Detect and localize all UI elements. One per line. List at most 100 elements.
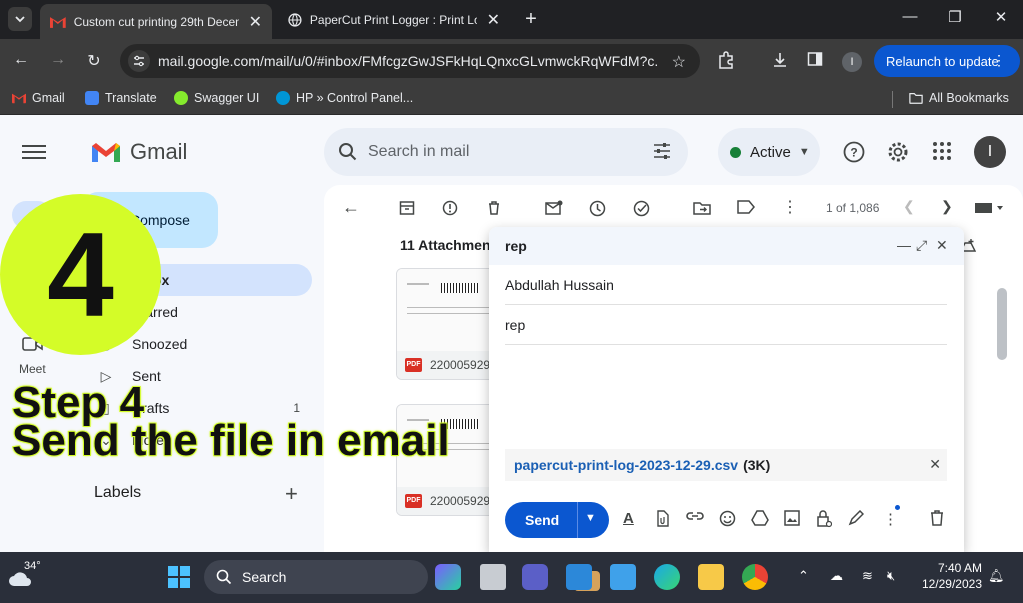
bookmark-star-icon[interactable]: ☆ bbox=[672, 52, 686, 72]
tab-title: PaperCut Print Logger : Print Lo bbox=[309, 12, 477, 27]
address-bar[interactable]: mail.google.com/mail/u/0/#inbox/FMfcgzGw… bbox=[120, 44, 700, 78]
bookmark-swagger[interactable]: Swagger UI bbox=[174, 91, 259, 105]
back-arrow-icon[interactable]: ← bbox=[10, 51, 32, 69]
tab-title: Custom cut printing 29th Decem bbox=[73, 14, 239, 29]
add-task-icon[interactable] bbox=[633, 200, 651, 217]
teams-chat-icon[interactable] bbox=[522, 564, 548, 590]
more-vert-icon[interactable]: ⋮ bbox=[992, 52, 1006, 69]
onedrive-cloud-icon[interactable]: ☁ bbox=[830, 568, 843, 584]
minimize-icon[interactable]: — bbox=[895, 8, 925, 25]
tab-search-button[interactable] bbox=[8, 7, 32, 31]
task-view-icon[interactable] bbox=[480, 564, 506, 590]
main-menu-icon[interactable] bbox=[22, 141, 46, 161]
taskbar-search[interactable]: Search bbox=[204, 560, 600, 594]
status-dropdown[interactable]: Active ▼ bbox=[718, 128, 820, 176]
more-vert-icon[interactable]: ⋮ bbox=[782, 197, 798, 217]
move-to-folder-icon[interactable] bbox=[693, 200, 711, 216]
attachment-filename[interactable]: papercut-print-log-2023-12-29.csv bbox=[514, 457, 738, 473]
file-explorer-icon[interactable] bbox=[698, 564, 724, 590]
forward-arrow-icon[interactable]: → bbox=[47, 51, 69, 69]
cloud-icon bbox=[9, 572, 31, 586]
chrome-browser-icon[interactable] bbox=[742, 564, 768, 590]
new-tab-button[interactable]: + bbox=[520, 8, 542, 30]
gmail-logo[interactable]: Gmail bbox=[90, 139, 187, 165]
copilot-icon[interactable] bbox=[435, 564, 461, 590]
settings-gear-icon[interactable] bbox=[887, 141, 909, 163]
gmail-wordmark: Gmail bbox=[130, 139, 188, 164]
show-hidden-icons-chevron[interactable]: ⌃ bbox=[798, 568, 809, 584]
all-bookmarks-button[interactable]: All Bookmarks bbox=[909, 91, 1009, 105]
close-icon[interactable]: ✕ bbox=[249, 12, 262, 32]
url-text: mail.google.com/mail/u/0/#inbox/FMfcgzGw… bbox=[158, 53, 658, 69]
bookmark-label: Translate bbox=[105, 91, 157, 105]
attached-file-chip[interactable]: papercut-print-log-2023-12-29.csv (3K) ✕ bbox=[505, 449, 947, 481]
compose-header[interactable]: rep — ⤢ ✕ bbox=[489, 227, 964, 265]
apps-grid-icon[interactable] bbox=[932, 141, 952, 161]
tab-papercut[interactable]: PaperCut Print Logger : Print Lo ✕ bbox=[278, 4, 510, 35]
mail-search-input[interactable]: Search in mail bbox=[324, 128, 688, 176]
emoji-icon[interactable] bbox=[719, 510, 736, 527]
google-drive-icon[interactable] bbox=[751, 510, 769, 526]
wifi-icon[interactable]: ≋ bbox=[862, 568, 873, 584]
attach-file-icon[interactable] bbox=[655, 510, 669, 527]
minimize-icon[interactable]: — bbox=[897, 237, 911, 253]
mail-app-icon[interactable] bbox=[566, 564, 592, 590]
snooze-clock-icon[interactable] bbox=[589, 200, 606, 217]
extensions-icon[interactable] bbox=[717, 51, 735, 72]
edge-browser-icon[interactable] bbox=[654, 564, 680, 590]
profile-avatar[interactable]: I bbox=[842, 52, 862, 72]
recipients-field[interactable]: Abdullah Hussain bbox=[505, 265, 947, 305]
back-arrow-icon[interactable]: ← bbox=[342, 197, 360, 218]
expand-icon[interactable]: ⤢ bbox=[916, 237, 927, 254]
search-options-icon[interactable] bbox=[652, 141, 672, 161]
chevron-left-icon[interactable]: ❮ bbox=[903, 198, 915, 215]
bookmark-hp[interactable]: HP » Control Panel... bbox=[276, 91, 413, 105]
close-icon[interactable]: ✕ bbox=[487, 10, 500, 30]
account-avatar[interactable]: I bbox=[974, 136, 1006, 168]
notifications-bell-icon[interactable]: 🔔︎ bbox=[988, 568, 1005, 584]
system-clock[interactable]: 7:40 AM 12/29/2023 bbox=[918, 560, 982, 592]
reload-icon[interactable]: ↻ bbox=[83, 51, 105, 71]
restore-icon[interactable]: ❐ bbox=[940, 8, 970, 26]
bookmark-translate[interactable]: Translate bbox=[85, 91, 157, 105]
bookmark-gmail[interactable]: Gmail bbox=[12, 91, 65, 105]
close-icon[interactable]: ✕ bbox=[936, 237, 948, 254]
discard-draft-icon[interactable] bbox=[930, 510, 944, 526]
send-options-chevron-icon[interactable]: ▼ bbox=[585, 512, 596, 524]
formatting-options-icon[interactable]: A bbox=[623, 510, 634, 527]
windows-start-icon[interactable] bbox=[166, 564, 192, 590]
side-panel-icon[interactable] bbox=[807, 51, 823, 70]
close-window-icon[interactable]: ✕ bbox=[986, 8, 1016, 26]
volume-muted-icon[interactable]: 🔇︎ bbox=[887, 568, 895, 584]
insert-photo-icon[interactable] bbox=[784, 510, 800, 526]
remove-attachment-icon[interactable]: ✕ bbox=[929, 456, 941, 473]
site-settings-icon[interactable] bbox=[128, 50, 150, 72]
help-icon[interactable]: ? bbox=[843, 141, 865, 163]
add-label-icon[interactable]: + bbox=[285, 481, 298, 507]
keyboard-icon[interactable] bbox=[974, 202, 1004, 214]
chevron-right-icon[interactable]: ❯ bbox=[941, 198, 953, 215]
attachment-filename: 220005929 bbox=[430, 358, 491, 372]
download-icon[interactable] bbox=[771, 51, 789, 72]
more-options-icon[interactable]: ⋮ bbox=[883, 510, 898, 528]
send-button[interactable]: Send ▼ bbox=[505, 502, 609, 538]
tab-gmail[interactable]: Custom cut printing 29th Decem ✕ bbox=[40, 4, 272, 39]
signature-pen-icon[interactable] bbox=[848, 510, 864, 526]
archive-icon[interactable] bbox=[399, 200, 415, 216]
bookmark-label: HP » Control Panel... bbox=[296, 91, 414, 105]
mark-unread-icon[interactable] bbox=[545, 200, 563, 216]
taskbar-search-label: Search bbox=[242, 569, 287, 585]
search-icon[interactable] bbox=[338, 142, 358, 162]
report-spam-icon[interactable] bbox=[442, 200, 458, 216]
hp-logo-icon bbox=[276, 91, 290, 105]
insert-link-icon[interactable] bbox=[686, 510, 704, 522]
message-scrollbar[interactable] bbox=[997, 288, 1007, 360]
delete-trash-icon[interactable] bbox=[486, 200, 502, 216]
label-tag-icon[interactable] bbox=[737, 200, 755, 214]
relaunch-update-button[interactable]: Relaunch to update ⋮ bbox=[874, 45, 1020, 77]
confidential-mode-icon[interactable] bbox=[816, 510, 832, 528]
step-caption: Step 4 Send the file in email bbox=[11, 380, 451, 464]
subject-field[interactable]: rep bbox=[505, 305, 947, 345]
store-icon[interactable] bbox=[610, 564, 636, 590]
pdf-icon: PDF bbox=[405, 494, 422, 508]
